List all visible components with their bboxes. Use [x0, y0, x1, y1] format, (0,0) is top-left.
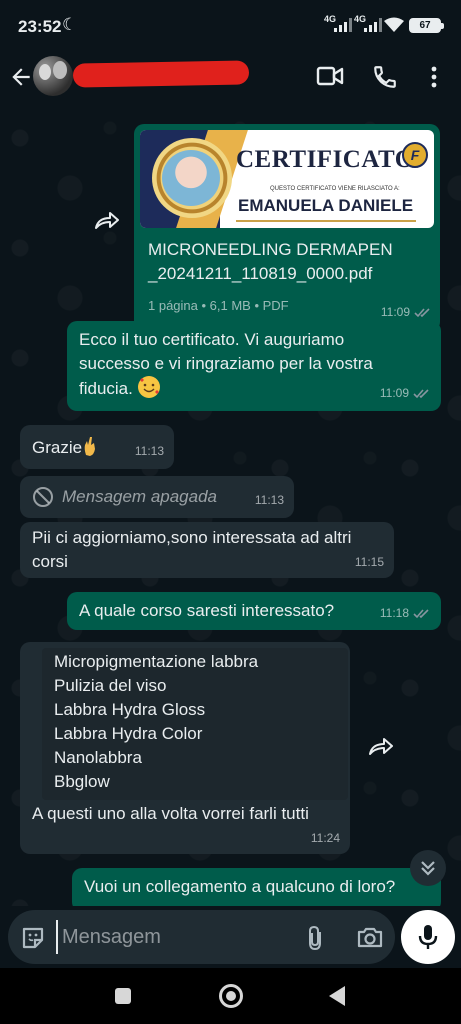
- message-meta: 11:13: [255, 488, 284, 512]
- back-button[interactable]: [329, 986, 345, 1006]
- system-navigation-bar: [0, 968, 461, 1024]
- list-item: Labbra Hydra Color: [54, 724, 203, 743]
- crossed-fingers-emoji: [84, 437, 96, 456]
- pdf-file-info: 1 página • 6,1 MB • PDF: [148, 298, 289, 313]
- outgoing-message[interactable]: Ecco il tuo certificato. Vi auguriamo su…: [67, 321, 441, 411]
- chat-header: [0, 52, 461, 108]
- message-text: A quale corso saresti interessato?: [79, 601, 335, 620]
- double-chevron-down-icon: [421, 861, 435, 876]
- message-time: 11:13: [134, 444, 164, 458]
- incoming-list-message[interactable]: Micropigmentazione labbra Pulizia del vi…: [20, 642, 350, 854]
- list-item: Labbra Hydra Gloss: [54, 700, 206, 719]
- more-options-icon[interactable]: [422, 64, 446, 90]
- contact-avatar[interactable]: [33, 56, 73, 96]
- status-bar: 23:52 ☾ 4G 4G 67: [0, 0, 461, 52]
- read-ticks-icon: [413, 608, 429, 618]
- scroll-to-bottom-button[interactable]: [410, 850, 446, 886]
- microphone-icon: [418, 925, 438, 949]
- message-meta: 11:09: [380, 381, 431, 405]
- signal-icon-1: [334, 18, 352, 32]
- message-text: Ecco il tuo certificato. Vi auguriamo su…: [79, 330, 373, 398]
- pdf-photo: [162, 150, 220, 206]
- read-ticks-icon: [413, 388, 429, 398]
- voice-record-button[interactable]: [401, 910, 455, 964]
- pdf-logo: F: [402, 142, 428, 168]
- message-meta: 11:15: [355, 550, 384, 574]
- pdf-preview-thumbnail[interactable]: CERTIFICATO QUESTO CERTIFICATO VIENE RIL…: [140, 130, 434, 228]
- signal-icon-2: [364, 18, 382, 32]
- message-text: A questi uno alla volta vorrei farli tut…: [32, 804, 309, 823]
- home-button[interactable]: [219, 984, 243, 1008]
- message-time: 11:18: [379, 606, 409, 620]
- message-meta: 11:18: [380, 601, 431, 625]
- battery-icon: 67: [409, 18, 444, 33]
- message-time: 11:09: [379, 386, 409, 400]
- list-item: Bbglow: [54, 772, 110, 791]
- message-text: Vuoi un collegamento a qualcuno di loro?: [84, 877, 396, 896]
- sticker-icon[interactable]: [20, 925, 46, 951]
- smiling-face-with-hearts-emoji: [137, 376, 160, 398]
- attach-clip-icon[interactable]: [304, 924, 328, 952]
- message-time: 11:13: [254, 493, 284, 507]
- voice-call-icon[interactable]: [372, 64, 398, 90]
- pdf-preview-title: CERTIFICATO: [236, 146, 415, 173]
- pdf-decoration: [236, 220, 416, 222]
- read-ticks-icon: [414, 307, 430, 317]
- pdf-preview-name: EMANUELA DANIELE: [238, 196, 414, 215]
- message-input-container[interactable]: [8, 910, 395, 964]
- list-item: Pulizia del viso: [54, 676, 167, 695]
- forward-icon[interactable]: [92, 210, 120, 232]
- chat-messages-area[interactable]: CERTIFICATO QUESTO CERTIFICATO VIENE RIL…: [0, 108, 461, 906]
- message-text: Pii ci aggiorniamo,sono interessata ad a…: [32, 528, 352, 571]
- do-not-disturb-icon: ☾: [62, 15, 78, 34]
- message-input-bar: [0, 906, 461, 968]
- pdf-filename: MICRONEEDLING DERMAPEN _20241211_110819_…: [148, 240, 393, 283]
- deleted-icon: [33, 487, 53, 507]
- recent-apps-button[interactable]: [115, 988, 131, 1004]
- list-item: Nanolabbra: [54, 748, 142, 767]
- pdf-message-bubble[interactable]: CERTIFICATO QUESTO CERTIFICATO VIENE RIL…: [134, 124, 440, 332]
- message-meta: 11:24: [311, 826, 340, 850]
- message-input[interactable]: [56, 920, 296, 954]
- status-time: 23:52: [18, 17, 62, 36]
- message-time: 11:15: [354, 555, 384, 569]
- back-arrow-icon[interactable]: [8, 64, 34, 90]
- deleted-message-text: Mensagem apagada: [62, 487, 218, 506]
- outgoing-message[interactable]: A quale corso saresti interessato? 11:18: [67, 592, 441, 630]
- message-meta: 11:13: [135, 439, 164, 463]
- wifi-icon: [384, 17, 404, 32]
- camera-icon[interactable]: [356, 924, 384, 950]
- list-item: Micropigmentazione labbra: [54, 652, 259, 671]
- outgoing-message[interactable]: Vuoi un collegamento a qualcuno di loro?: [72, 868, 441, 906]
- message-text: Grazie: [32, 435, 98, 460]
- incoming-message[interactable]: Grazie 11:13: [20, 425, 174, 469]
- forward-icon[interactable]: [366, 736, 394, 758]
- message-time: 11:24: [310, 831, 340, 845]
- video-call-icon[interactable]: [316, 64, 344, 88]
- contact-name-redacted[interactable]: [72, 60, 250, 88]
- incoming-message[interactable]: Pii ci aggiorniamo,sono interessata ad a…: [20, 522, 394, 578]
- deleted-message[interactable]: Mensagem apagada 11:13: [20, 476, 294, 518]
